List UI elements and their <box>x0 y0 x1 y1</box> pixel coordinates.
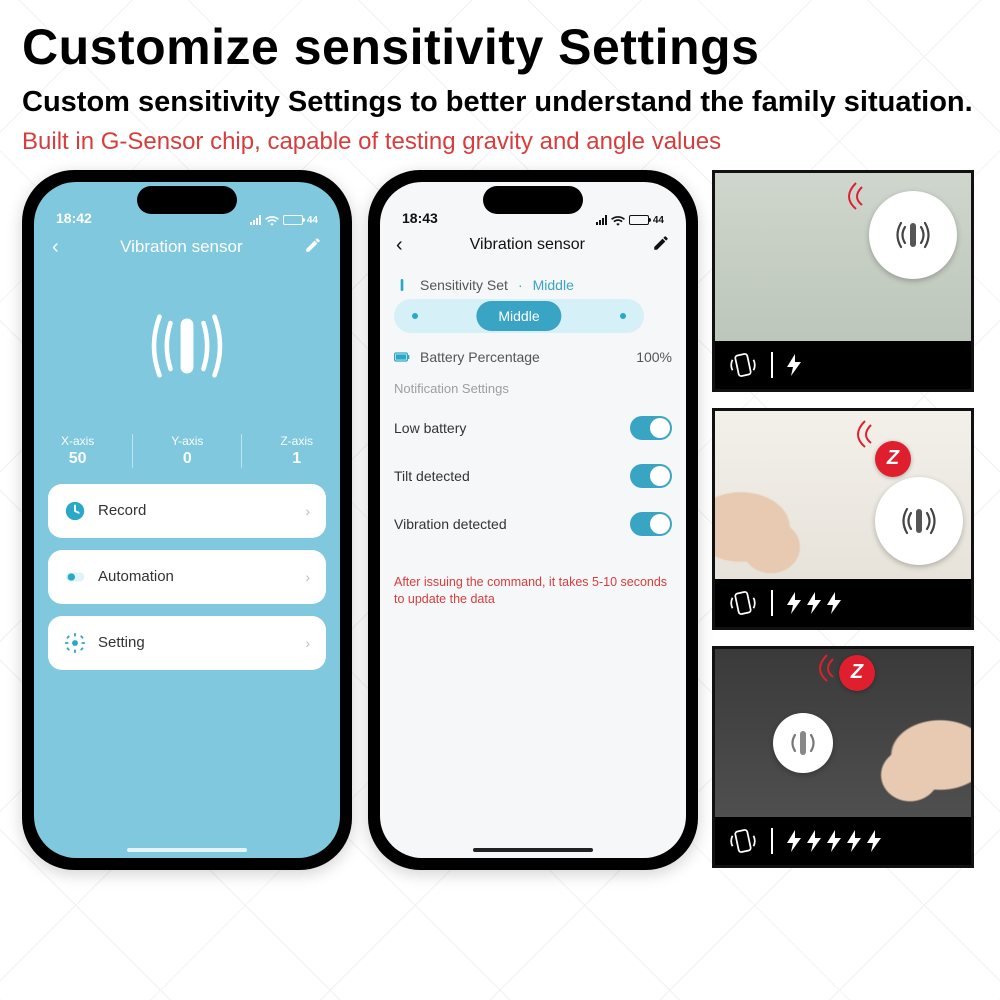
battery-mini-icon <box>394 349 410 365</box>
zigbee-badge: Z <box>875 441 911 477</box>
chevron-right-icon: › <box>305 569 310 585</box>
automation-row[interactable]: Automation › <box>48 550 326 604</box>
battery-row: Battery Percentage 100% <box>394 349 672 365</box>
sensor-device <box>773 713 833 773</box>
sensor-device <box>875 477 963 565</box>
signal-waves-icon <box>845 419 875 449</box>
back-button[interactable]: ‹ <box>396 234 403 257</box>
back-button[interactable]: ‹ <box>52 236 59 259</box>
pencil-icon <box>304 236 322 254</box>
phone-vibrate-icon <box>729 351 757 379</box>
tilt-row: Tilt detected <box>394 460 672 492</box>
sensor-device <box>869 191 957 279</box>
gear-icon <box>64 632 86 654</box>
wifi-icon <box>265 215 279 226</box>
sensitivity-slider[interactable]: Middle <box>394 299 644 333</box>
battery-value: 100% <box>636 349 672 365</box>
slider-icon <box>394 277 410 293</box>
page-subtitle: Custom sensitivity Settings to better un… <box>22 84 978 122</box>
axis-z: Z-axis 1 <box>280 434 313 468</box>
phone-mockup-settings: 18:43 44 ‹ Vibration sensor <box>368 170 698 870</box>
notification-heading: Notification Settings <box>394 381 672 396</box>
battery-text: 44 <box>307 215 318 226</box>
intensity-bolts <box>787 354 801 376</box>
battery-text: 44 <box>653 215 664 226</box>
vibration-toggle[interactable] <box>630 512 672 536</box>
level-high-dot[interactable] <box>620 313 626 319</box>
page-title: Customize sensitivity Settings <box>22 18 978 76</box>
hand-graphic <box>856 715 974 815</box>
status-time: 18:42 <box>56 210 92 226</box>
thumb-curtain <box>712 170 974 392</box>
home-indicator <box>473 848 593 852</box>
clock-icon <box>64 500 86 522</box>
chevron-right-icon: › <box>305 635 310 651</box>
phone-mockup-overview: 18:42 44 ‹ Vibration sensor <box>22 170 352 870</box>
screen-title: Vibration sensor <box>470 236 585 254</box>
level-middle-pill[interactable]: Middle <box>476 301 561 331</box>
vibration-row: Vibration detected <box>394 508 672 540</box>
use-case-thumbnails: Z Z <box>712 170 974 870</box>
screen-title: Vibration sensor <box>120 237 243 257</box>
phone-vibrate-icon <box>729 589 757 617</box>
status-time: 18:43 <box>402 210 438 226</box>
setting-row[interactable]: Setting › <box>48 616 326 670</box>
dynamic-island <box>483 186 583 214</box>
axis-y: Y-axis 0 <box>171 434 203 468</box>
record-row[interactable]: Record › <box>48 484 326 538</box>
automation-icon <box>64 566 86 588</box>
intensity-bolts <box>787 830 881 852</box>
status-right: 44 <box>250 215 318 226</box>
battery-icon <box>629 215 649 225</box>
wifi-icon <box>611 215 625 226</box>
sensitivity-section: Sensitivity Set · Middle Middle <box>394 277 672 333</box>
home-indicator <box>127 848 247 852</box>
update-delay-warning: After issuing the command, it takes 5-10… <box>394 556 672 608</box>
low-battery-row: Low battery <box>394 412 672 444</box>
thumb-door: Z <box>712 408 974 630</box>
zigbee-badge: Z <box>839 655 875 691</box>
cellular-icon <box>250 215 261 225</box>
edit-button[interactable] <box>304 236 322 259</box>
sensitivity-label: Sensitivity Set <box>420 277 508 293</box>
phone-vibrate-icon <box>729 827 757 855</box>
status-right: 44 <box>596 215 664 226</box>
tilt-toggle[interactable] <box>630 464 672 488</box>
edit-button[interactable] <box>652 234 670 257</box>
vibration-hero-icon <box>34 263 340 426</box>
dynamic-island <box>137 186 237 214</box>
hand-graphic <box>712 487 825 587</box>
cellular-icon <box>596 215 607 225</box>
low-battery-toggle[interactable] <box>630 416 672 440</box>
chevron-right-icon: › <box>305 503 310 519</box>
signal-waves-icon <box>836 181 866 211</box>
axis-readout: X-axis 50 Y-axis 0 Z-axis 1 <box>34 426 340 484</box>
pencil-icon <box>652 234 670 252</box>
level-low-dot[interactable] <box>412 313 418 319</box>
axis-x: X-axis 50 <box>61 434 94 468</box>
battery-icon <box>283 215 303 225</box>
sensitivity-value: Middle <box>533 277 574 293</box>
feature-note: Built in G-Sensor chip, capable of testi… <box>22 128 978 156</box>
signal-waves-icon <box>807 653 837 683</box>
intensity-bolts <box>787 592 841 614</box>
thumb-safe: Z <box>712 646 974 868</box>
